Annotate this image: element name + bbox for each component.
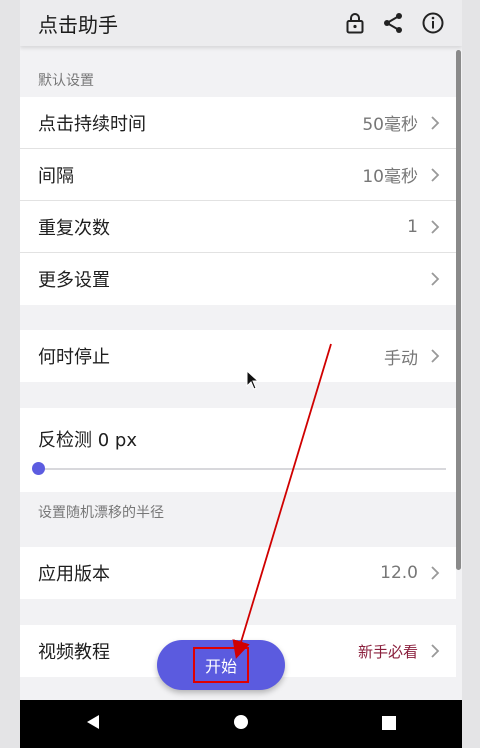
screen-border-right	[462, 0, 480, 748]
setting-value: 新手必看	[357, 642, 418, 661]
setting-row-tap-duration[interactable]: 点击持续时间 50毫秒	[20, 97, 456, 149]
chevron-right-icon	[431, 644, 440, 658]
mouse-cursor-icon	[246, 370, 260, 390]
chevron-right-icon	[431, 272, 440, 286]
setting-row-repeat-count[interactable]: 重复次数 1	[20, 201, 456, 253]
setting-value: 10毫秒	[362, 167, 418, 187]
recents-icon[interactable]	[381, 715, 396, 734]
drift-radius-caption: 设置随机漂移的半径	[38, 505, 164, 521]
setting-value: 50毫秒	[362, 115, 418, 135]
app-bar: 点击助手	[20, 0, 462, 46]
setting-row-when-to-stop[interactable]: 何时停止 手动	[20, 330, 456, 382]
setting-row-app-version[interactable]: 应用版本 12.0	[20, 547, 456, 599]
default-settings-card: 点击持续时间 50毫秒 间隔 10毫秒 重复次数 1 更多设置	[20, 97, 456, 305]
start-button-label: 开始	[192, 647, 249, 683]
setting-label: 何时停止	[38, 347, 110, 368]
anti-detect-label: 反检测 0 px	[38, 430, 137, 451]
stop-condition-card: 何时停止 手动	[20, 330, 456, 382]
chevron-right-icon	[431, 566, 440, 580]
setting-label: 应用版本	[38, 564, 110, 585]
setting-row-more-settings[interactable]: 更多设置	[20, 253, 456, 305]
anti-detect-card: 反检测 0 px	[20, 408, 456, 492]
setting-value: 手动	[384, 348, 418, 369]
setting-label: 更多设置	[38, 270, 110, 291]
app-title: 点击助手	[38, 12, 118, 37]
app-bar-actions	[346, 12, 444, 34]
chevron-right-icon	[431, 115, 440, 130]
back-icon[interactable]	[86, 714, 100, 734]
start-button[interactable]: 开始	[157, 640, 285, 690]
share-icon[interactable]	[382, 12, 404, 34]
setting-label: 重复次数	[38, 217, 110, 239]
info-icon[interactable]	[422, 12, 444, 34]
chevron-right-icon	[431, 167, 440, 182]
anti-detect-slider-thumb[interactable]	[32, 462, 45, 475]
anti-detect-slider-track[interactable]	[38, 468, 446, 470]
chevron-right-icon	[431, 349, 440, 363]
setting-value: 12.0	[380, 563, 418, 583]
setting-label: 点击持续时间	[38, 113, 146, 135]
section-label-default-settings: 默认设置	[38, 73, 94, 89]
version-card: 应用版本 12.0	[20, 547, 456, 599]
system-nav-bar	[20, 700, 462, 748]
setting-label: 间隔	[38, 165, 74, 187]
screen-border-left	[0, 0, 20, 748]
home-icon[interactable]	[233, 714, 249, 734]
setting-row-interval[interactable]: 间隔 10毫秒	[20, 149, 456, 201]
setting-value: 1	[407, 216, 418, 237]
scrollbar[interactable]	[456, 50, 461, 570]
lock-icon[interactable]	[346, 12, 364, 34]
app-window: 点击助手 默认设置 点击持续时间 50毫秒 间隔 10毫秒 重复次数 1 更多设…	[20, 0, 462, 700]
chevron-right-icon	[431, 219, 440, 234]
